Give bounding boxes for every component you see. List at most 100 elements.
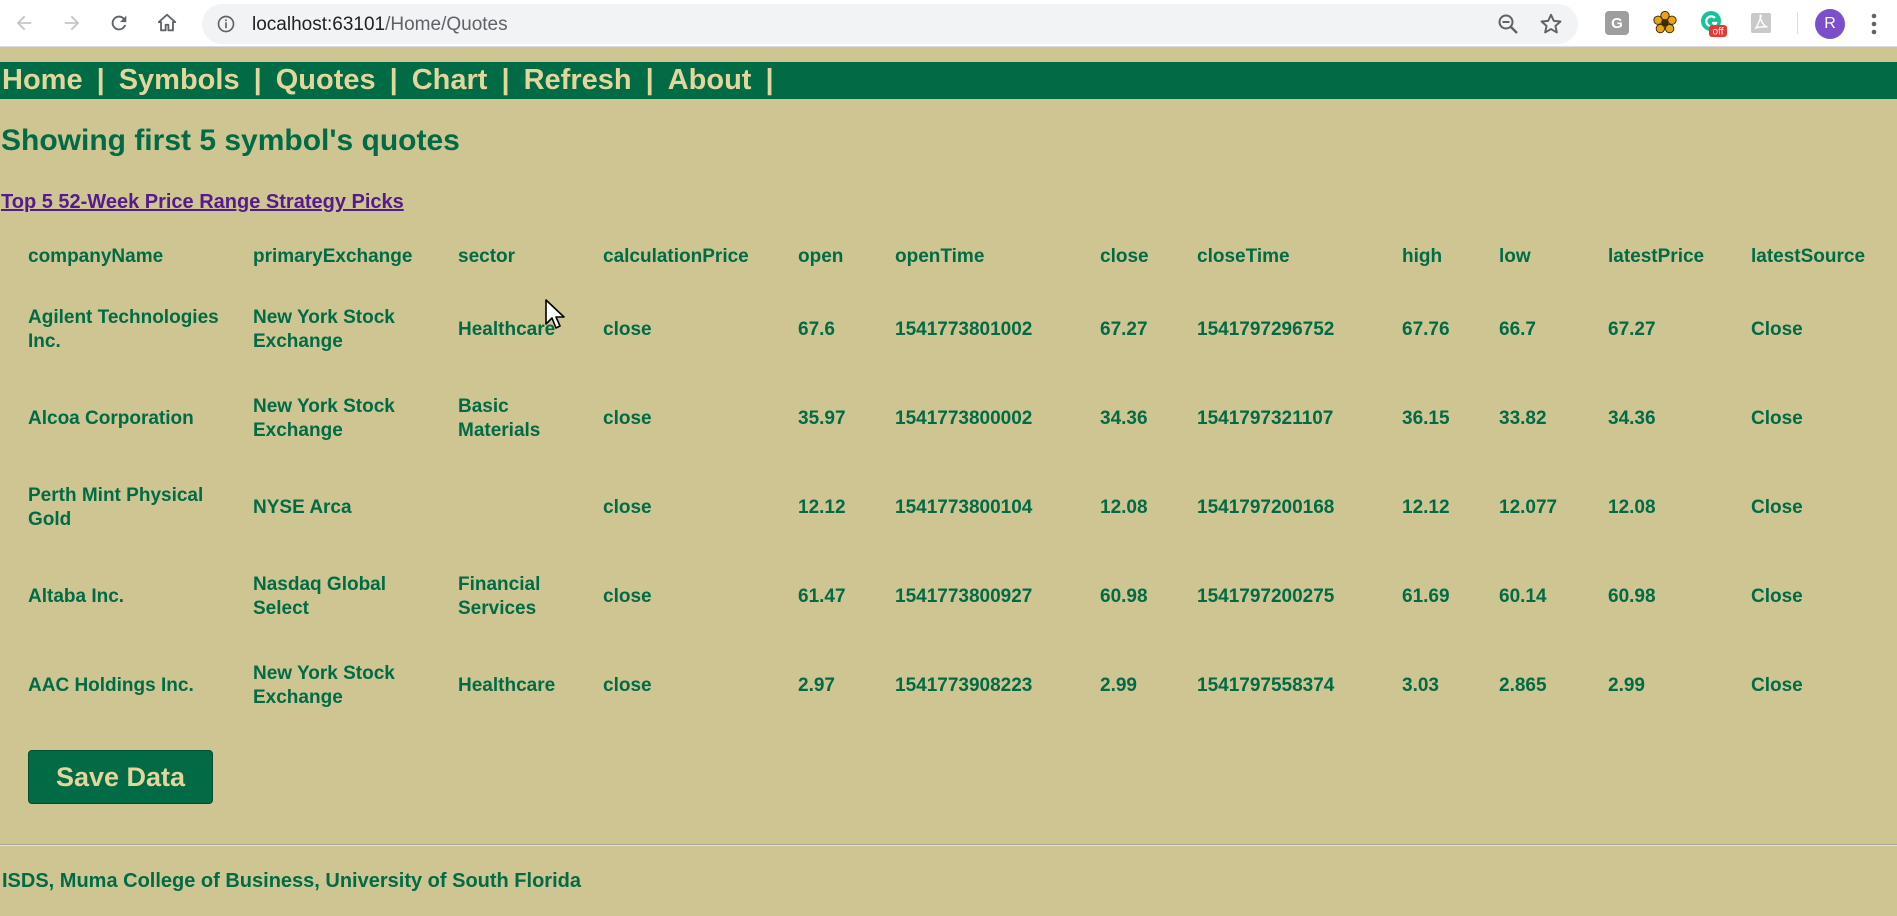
cell-close-time: 1541797558374 xyxy=(1197,674,1335,696)
cell-primary-exchange: Nasdaq Global Select xyxy=(253,573,387,619)
cell-company-name: Altaba Inc. xyxy=(28,585,125,607)
column-header: open xyxy=(798,246,844,267)
cell-low: 60.14 xyxy=(1499,585,1547,607)
info-icon[interactable] xyxy=(216,14,236,34)
cell-close: 60.98 xyxy=(1100,585,1148,607)
cell-primary-exchange: NYSE Arca xyxy=(253,496,352,518)
cell-sector: Healthcare xyxy=(458,318,556,340)
page-content: Home | Symbols | Quotes | Chart | Refres… xyxy=(0,48,1897,916)
profile-avatar[interactable]: R xyxy=(1815,9,1845,39)
extension-grammarly-button[interactable]: off xyxy=(1699,9,1727,37)
quotes-table: companyName primaryExchange sector calcu… xyxy=(15,229,1888,730)
cell-calculation-price: close xyxy=(603,585,652,607)
toolbar-divider xyxy=(1797,12,1798,34)
nav-chart-link[interactable]: Chart xyxy=(412,64,488,97)
table-row: Alcoa Corporation New York Stock Exchang… xyxy=(15,374,1888,463)
nav-home-link[interactable]: Home xyxy=(2,64,83,97)
nav-about-link[interactable]: About xyxy=(668,64,752,97)
nav-separator: | xyxy=(389,64,398,96)
column-header: closeTime xyxy=(1197,246,1290,267)
save-data-button[interactable]: Save Data xyxy=(28,750,213,804)
cell-open-time: 1541773800927 xyxy=(895,585,1033,607)
pdf-icon xyxy=(1751,13,1771,33)
cell-latest-price: 2.99 xyxy=(1608,674,1645,696)
extension-g-button[interactable]: G xyxy=(1603,9,1631,37)
nav-symbols-link[interactable]: Symbols xyxy=(119,64,240,97)
extension-badge: off xyxy=(1713,27,1724,38)
cell-sector xyxy=(445,463,590,552)
cell-sector: Healthcare xyxy=(458,674,556,696)
cell-low: 33.82 xyxy=(1499,407,1547,429)
nav-quotes-link[interactable]: Quotes xyxy=(276,64,376,97)
star-icon[interactable] xyxy=(1538,11,1564,37)
zoom-icon[interactable] xyxy=(1496,12,1520,36)
nav-refresh-link[interactable]: Refresh xyxy=(524,64,632,97)
cell-high: 36.15 xyxy=(1402,407,1450,429)
cell-latest-price: 67.27 xyxy=(1608,318,1656,340)
cell-open-time: 1541773800002 xyxy=(895,407,1033,429)
cell-close-time: 1541797296752 xyxy=(1197,318,1335,340)
url-path: /Home/Quotes xyxy=(385,14,508,35)
footer-divider xyxy=(0,844,1897,846)
cell-open: 67.6 xyxy=(798,318,835,340)
cell-high: 61.69 xyxy=(1402,585,1450,607)
back-button[interactable] xyxy=(7,6,41,40)
table-header-row: companyName primaryExchange sector calcu… xyxy=(15,229,1888,285)
flower-icon xyxy=(1653,10,1677,34)
cell-close: 12.08 xyxy=(1100,496,1148,518)
extension-g-icon: G xyxy=(1605,11,1629,35)
extension-pdf-button[interactable] xyxy=(1747,9,1775,37)
menu-dots-icon[interactable] xyxy=(1862,9,1886,39)
column-header: latestPrice xyxy=(1608,246,1705,267)
cell-latest-source: Close xyxy=(1751,585,1803,607)
browser-toolbar: localhost:63101/Home/Quotes G off R xyxy=(0,0,1897,47)
url-text[interactable]: localhost:63101/Home/Quotes xyxy=(252,14,508,36)
cell-latest-price: 60.98 xyxy=(1608,585,1656,607)
back-icon xyxy=(16,15,32,31)
cell-calculation-price: close xyxy=(603,496,652,518)
forward-icon xyxy=(64,15,80,31)
cell-high: 12.12 xyxy=(1402,496,1450,518)
table-row: Agilent Technologies Inc. New York Stock… xyxy=(15,285,1888,374)
cell-open-time: 1541773801002 xyxy=(895,318,1033,340)
column-header: companyName xyxy=(28,246,164,267)
column-header: sector xyxy=(458,246,516,267)
cell-high: 3.03 xyxy=(1402,674,1439,696)
cell-latest-source: Close xyxy=(1751,674,1803,696)
table-row: Perth Mint Physical Gold NYSE Arca close… xyxy=(15,463,1888,552)
home-button[interactable] xyxy=(150,6,184,40)
cell-open: 12.12 xyxy=(798,496,846,518)
cell-close: 34.36 xyxy=(1100,407,1148,429)
reload-button[interactable] xyxy=(102,6,136,40)
table-row: AAC Holdings Inc. New York Stock Exchang… xyxy=(15,641,1888,730)
column-header: low xyxy=(1499,246,1531,267)
column-header: calculationPrice xyxy=(603,246,749,267)
nav-separator: | xyxy=(96,64,105,96)
cell-company-name: Perth Mint Physical Gold xyxy=(28,484,204,530)
cell-company-name: AAC Holdings Inc. xyxy=(28,674,194,696)
cell-close: 67.27 xyxy=(1100,318,1148,340)
address-bar[interactable]: localhost:63101/Home/Quotes xyxy=(202,4,1578,44)
page-heading: Showing first 5 symbol's quotes xyxy=(1,124,460,157)
cell-low: 12.077 xyxy=(1499,496,1558,518)
mouse-cursor-icon xyxy=(545,299,565,329)
forward-button[interactable] xyxy=(55,6,89,40)
site-nav-bar: Home | Symbols | Quotes | Chart | Refres… xyxy=(0,62,1897,99)
footer-text: ISDS, Muma College of Business, Universi… xyxy=(2,870,581,892)
cell-close-time: 1541797321107 xyxy=(1197,407,1334,429)
cell-low: 2.865 xyxy=(1499,674,1547,696)
cell-high: 67.76 xyxy=(1402,318,1450,340)
strategy-picks-link[interactable]: Top 5 52-Week Price Range Strategy Picks xyxy=(1,191,404,214)
extension-flower-button[interactable] xyxy=(1651,9,1679,37)
grammarly-icon: off xyxy=(1701,11,1727,38)
cell-sector: Basic Materials xyxy=(458,395,541,441)
table-row: Altaba Inc. Nasdaq Global Select Financi… xyxy=(15,552,1888,641)
cell-latest-source: Close xyxy=(1751,318,1803,340)
nav-separator: | xyxy=(501,64,510,96)
column-header: high xyxy=(1402,246,1443,267)
cell-close-time: 1541797200275 xyxy=(1197,585,1335,607)
cell-low: 66.7 xyxy=(1499,318,1536,340)
column-header: openTime xyxy=(895,246,985,267)
nav-separator: | xyxy=(645,64,654,96)
cell-calculation-price: close xyxy=(603,674,652,696)
